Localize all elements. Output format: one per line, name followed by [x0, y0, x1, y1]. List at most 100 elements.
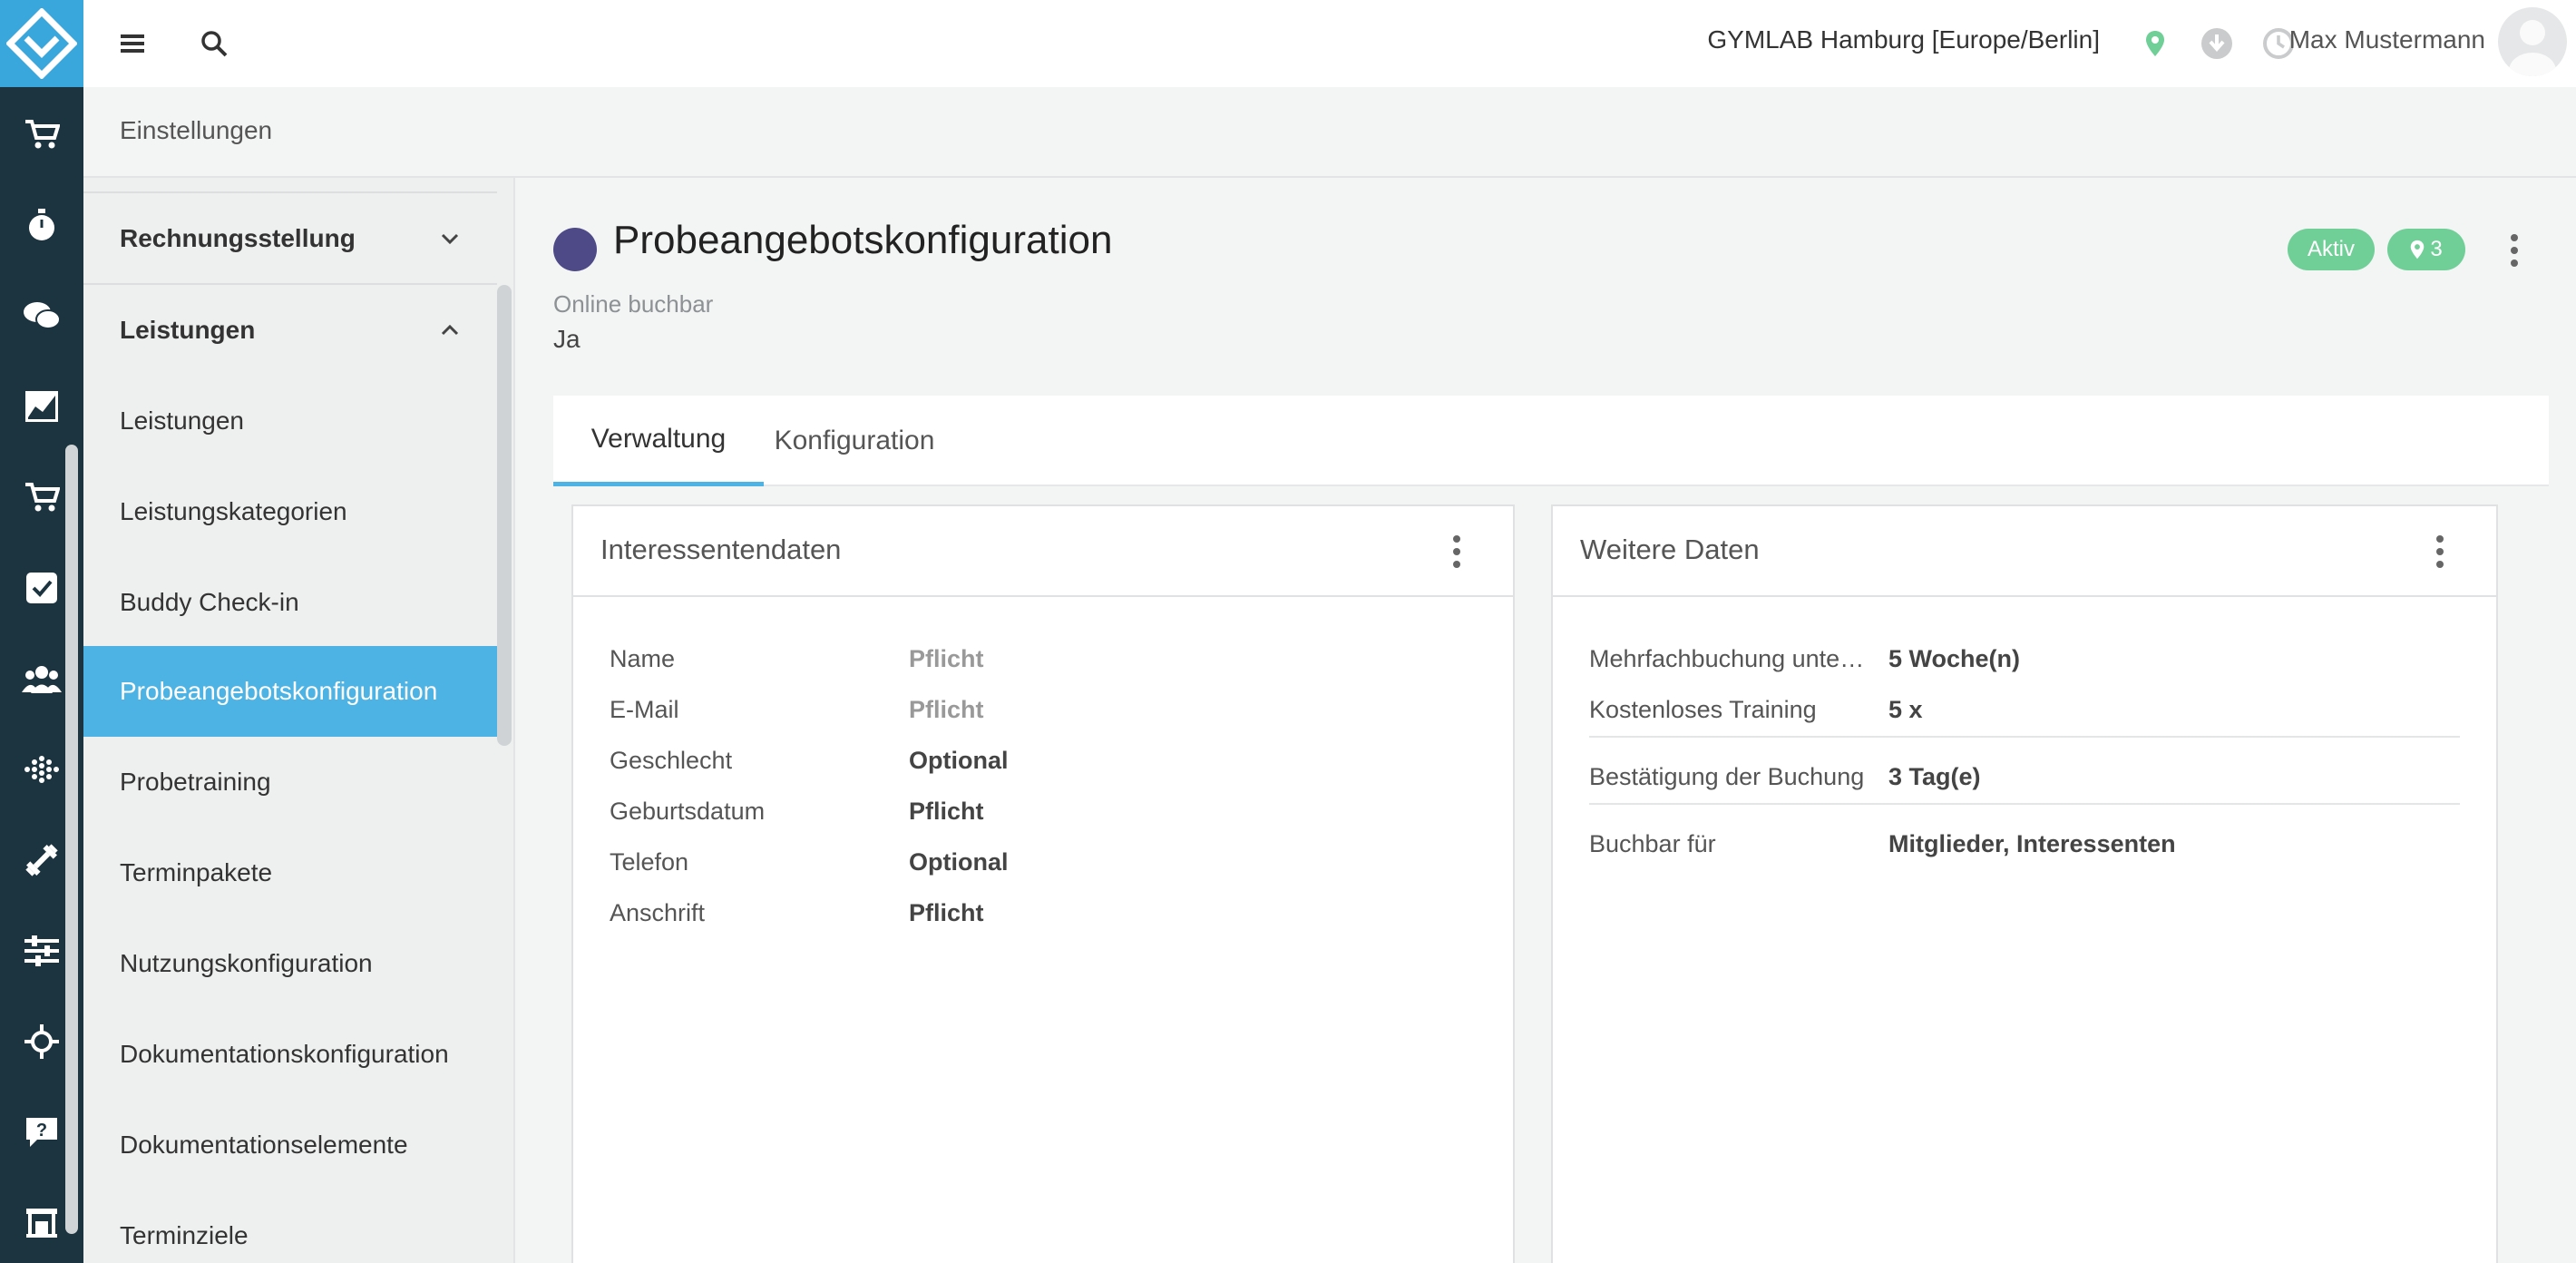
stopwatch-icon[interactable]	[0, 180, 83, 270]
field-row-bestaetigung: Bestätigung der Buchung 3 Tag(e)	[1589, 751, 2460, 802]
divider	[1589, 803, 2460, 805]
field-value: Optional	[909, 746, 1009, 774]
sidebar-item-terminpakete[interactable]: Terminpakete	[83, 827, 497, 918]
panel-more-icon[interactable]	[2422, 524, 2458, 579]
tab-verwaltung[interactable]: Verwaltung	[553, 396, 764, 486]
field-value: Pflicht	[909, 695, 984, 723]
chart-icon[interactable]	[0, 361, 83, 452]
color-dot	[553, 228, 597, 271]
breadcrumb-item[interactable]: Einstellungen	[120, 116, 272, 145]
field-row-name: Name Pflicht	[610, 633, 1477, 684]
online-bookable-label: Online buchbar	[553, 290, 714, 318]
panel-header: Interessentendaten	[573, 506, 1513, 597]
page-more-icon[interactable]	[2496, 223, 2532, 278]
chevron-up-icon	[441, 324, 459, 336]
sidebar-item-label: Dokumentationskonfiguration	[120, 1040, 449, 1068]
field-value: 5 Woche(n)	[1888, 644, 2021, 672]
sidebar-item-label: Terminpakete	[120, 858, 273, 886]
field-value: Pflicht	[909, 797, 984, 825]
field-key: Geschlecht	[610, 746, 733, 774]
chat-icon[interactable]	[0, 270, 83, 361]
sidebar-item-label: Buddy Check-in	[120, 588, 299, 616]
sidebar-item-buddy-check-in[interactable]: Buddy Check-in	[83, 557, 497, 648]
field-value: 5 x	[1888, 695, 1923, 723]
sidebar-item-label: Rechnungsstellung	[120, 224, 356, 252]
sidebar-item-label: Terminziele	[120, 1221, 249, 1249]
main-content: Probeangebotskonfiguration Online buchba…	[517, 178, 2576, 1263]
sidebar-group-rechnungsstellung[interactable]: Rechnungsstellung	[83, 193, 497, 284]
field-row-anschrift: Anschrift Pflicht	[610, 887, 1477, 938]
divider	[1589, 736, 2460, 738]
cart-icon[interactable]	[0, 89, 83, 180]
field-row-telefon: Telefon Optional	[610, 837, 1477, 887]
field-value: Mitglieder, Interessenten	[1888, 829, 2176, 857]
panel-more-icon[interactable]	[1439, 524, 1475, 579]
status-badge-label: Aktiv	[2307, 237, 2355, 261]
field-key: Name	[610, 644, 676, 672]
field-value: Pflicht	[909, 898, 984, 926]
field-key: Telefon	[610, 847, 689, 876]
sidebar-item-nutzungskonfiguration[interactable]: Nutzungskonfiguration	[83, 918, 497, 1009]
location-pin-icon[interactable]	[2133, 22, 2177, 65]
logo-icon	[6, 8, 77, 79]
field-key: Kostenloses Training	[1589, 695, 1817, 723]
app-logo[interactable]	[0, 0, 83, 87]
location-selector[interactable]: GYMLAB Hamburg [Europe/Berlin]	[1707, 25, 2100, 54]
location-count-badge[interactable]: 3	[2387, 229, 2465, 270]
user-name[interactable]: Max Mustermann	[2289, 25, 2485, 54]
panel-title: Weitere Daten	[1580, 534, 1760, 565]
sidebar-item-label: Leistungen	[120, 406, 245, 435]
location-count: 3	[2430, 237, 2443, 261]
field-value: Pflicht	[909, 644, 984, 672]
panel-weitere-daten: Weitere Daten Mehrfachbuchung unte… 5 Wo…	[1551, 504, 2498, 1263]
sidebar-item-label: Leistungskategorien	[120, 497, 347, 525]
field-row-geschlecht: Geschlecht Optional	[610, 735, 1477, 786]
sidebar-item-label: Leistungen	[120, 316, 256, 344]
breadcrumb: Einstellungen	[83, 87, 2576, 178]
tab-bar: Verwaltung Konfiguration	[553, 396, 2549, 486]
field-row-email: E-Mail Pflicht	[610, 684, 1477, 735]
tab-konfiguration[interactable]: Konfiguration	[764, 396, 945, 486]
status-badge: Aktiv	[2288, 229, 2375, 270]
sidebar-item-label: Nutzungskonfiguration	[120, 949, 373, 977]
field-value: Optional	[909, 847, 1009, 876]
search-icon[interactable]	[192, 22, 236, 65]
sidebar-scrollbar[interactable]	[497, 285, 512, 746]
tab-label: Verwaltung	[590, 423, 727, 454]
settings-sidebar: Rechnungsstellung Leistungen Leistungen …	[83, 178, 515, 1263]
field-row-kostenloses-training: Kostenloses Training 5 x	[1589, 684, 2460, 735]
field-key: Buchbar für	[1589, 829, 1716, 857]
field-key: Mehrfachbuchung unte…	[1589, 644, 1865, 672]
tab-label: Konfiguration	[774, 426, 935, 455]
field-key: E-Mail	[610, 695, 679, 723]
field-key: Bestätigung der Buchung	[1589, 762, 1865, 790]
location-pin-icon	[2411, 240, 2425, 259]
chevron-down-icon	[441, 233, 459, 245]
field-row-mehrfachbuchung: Mehrfachbuchung unte… 5 Woche(n)	[1589, 633, 2460, 684]
panel-interessentendaten: Interessentendaten Name Pflicht E-Mail P…	[571, 504, 1515, 1263]
sidebar-item-probetraining[interactable]: Probetraining	[83, 737, 497, 827]
field-row-buchbar-fuer: Buchbar für Mitglieder, Interessenten	[1589, 818, 2460, 869]
rail-scrollbar[interactable]	[65, 445, 78, 1234]
field-key: Geburtsdatum	[610, 797, 766, 825]
sidebar-item-label: Probetraining	[120, 768, 271, 796]
avatar[interactable]	[2498, 7, 2567, 76]
field-row-geburtsdatum: Geburtsdatum Pflicht	[610, 786, 1477, 837]
panel-header: Weitere Daten	[1553, 506, 2496, 597]
sidebar-item-probeangebotskonfiguration[interactable]: Probeangebotskonfiguration	[83, 646, 497, 737]
menu-icon[interactable]	[111, 22, 154, 65]
field-value: 3 Tag(e)	[1888, 762, 1981, 790]
sidebar-item-dokumentationselemente[interactable]: Dokumentationselemente	[83, 1100, 497, 1190]
panel-title: Interessentendaten	[600, 534, 842, 565]
field-key: Anschrift	[610, 898, 706, 926]
sidebar-item-leistungen[interactable]: Leistungen	[83, 376, 497, 466]
sidebar-item-label: Probeangebotskonfiguration	[120, 677, 438, 705]
sidebar-group-leistungen[interactable]: Leistungen	[83, 285, 497, 376]
top-bar: GYMLAB Hamburg [Europe/Berlin] Max Muste…	[83, 0, 2576, 87]
sidebar-item-terminziele[interactable]: Terminziele	[83, 1190, 497, 1263]
download-icon[interactable]	[2195, 22, 2239, 65]
sidebar-item-dokumentationskonfiguration[interactable]: Dokumentationskonfiguration	[83, 1009, 497, 1100]
sidebar-item-leistungskategorien[interactable]: Leistungskategorien	[83, 466, 497, 557]
online-bookable-value: Ja	[553, 325, 581, 353]
sidebar-item-label: Dokumentationselemente	[120, 1131, 408, 1159]
